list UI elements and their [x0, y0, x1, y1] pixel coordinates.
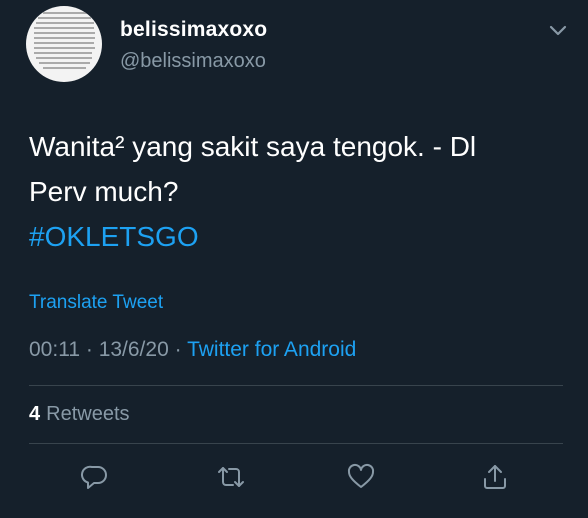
- translate-tweet-link[interactable]: Translate Tweet: [29, 292, 163, 314]
- retweets-stat[interactable]: 4 Retweets: [29, 403, 130, 426]
- chevron-down-icon[interactable]: [548, 24, 568, 38]
- retweet-count: 4: [29, 403, 41, 425]
- tweet-text: Wanita² yang sakit saya tengok. - Dl Per…: [29, 124, 559, 259]
- avatar-text-pattern: [34, 12, 96, 76]
- retweet-icon[interactable]: [216, 462, 246, 492]
- tweet-meta: 00:11 · 13/6/20 · Twitter for Android: [29, 338, 356, 362]
- tweet-date: 13/6/20: [98, 338, 169, 361]
- tweet-time: 00:11: [29, 338, 80, 361]
- avatar[interactable]: [26, 6, 102, 82]
- meta-separator: ·: [85, 338, 93, 361]
- divider: [29, 443, 563, 444]
- tweet-source-link[interactable]: Twitter for Android: [187, 338, 356, 361]
- hashtag-link[interactable]: #OKLETSGO: [29, 214, 559, 259]
- tweet-text-line-1: Wanita² yang sakit saya tengok. - Dl: [29, 131, 477, 162]
- share-icon[interactable]: [480, 462, 510, 492]
- retweet-label: Retweets: [46, 403, 130, 425]
- tweet-text-line-2: Perv much?: [29, 176, 179, 207]
- heart-icon[interactable]: [346, 462, 376, 492]
- reply-icon[interactable]: [80, 462, 110, 492]
- author-handle[interactable]: @belissimaxoxo: [120, 50, 266, 73]
- author-display-name[interactable]: belissimaxoxo: [120, 18, 267, 42]
- divider: [29, 385, 563, 386]
- meta-separator: ·: [174, 338, 182, 361]
- tweet-detail: belissimaxoxo @belissimaxoxo Wanita² yan…: [0, 0, 588, 518]
